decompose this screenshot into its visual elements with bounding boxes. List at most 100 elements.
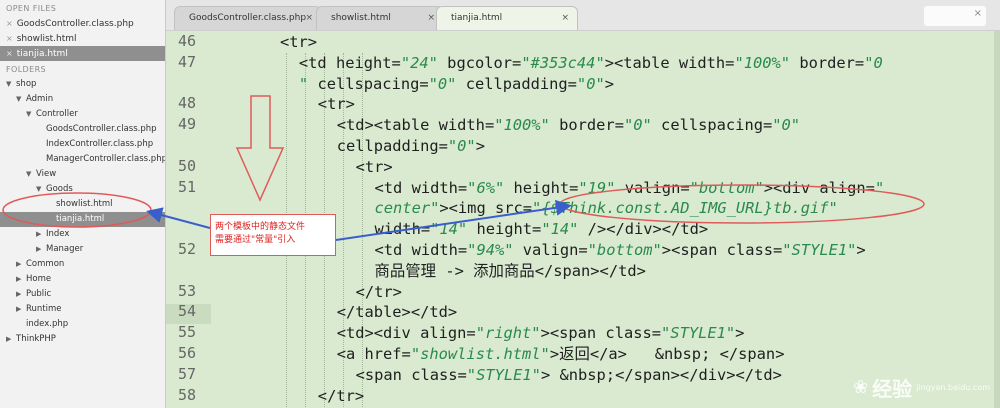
close-icon[interactable]: × bbox=[305, 7, 313, 29]
tree-file[interactable]: ManagerController.class.php bbox=[0, 152, 165, 167]
code-line: <span class="STYLE1"> &nbsp;</span></div… bbox=[356, 365, 782, 385]
chevron-down-icon[interactable]: ▼ bbox=[26, 167, 36, 182]
tree-file[interactable]: tianjia.html bbox=[0, 212, 165, 227]
close-icon[interactable]: × bbox=[561, 7, 569, 29]
tree-folder[interactable]: ▼ Controller bbox=[0, 107, 165, 122]
code-token: ><span class= bbox=[540, 324, 662, 343]
tree-label: Goods bbox=[46, 184, 73, 194]
code-token: cellpadding= bbox=[456, 74, 577, 93]
open-files-header: OPEN FILES bbox=[6, 4, 57, 13]
paw-icon: ❀ bbox=[853, 377, 869, 398]
code-token: </table></td> bbox=[336, 303, 458, 322]
tree-file[interactable]: IndexController.class.php bbox=[0, 137, 165, 152]
code-string: "showlist.html" bbox=[410, 345, 550, 363]
code-token: <td width= bbox=[374, 241, 468, 259]
scrollbar[interactable] bbox=[994, 31, 1000, 408]
code-token: </tr> bbox=[355, 282, 402, 301]
watermark: ❀ 经验 jingyan.baidu.com bbox=[853, 373, 990, 402]
open-file-item[interactable]: × showlist.html bbox=[0, 31, 165, 46]
code-line: </tr> bbox=[318, 386, 364, 406]
code-token: ><table width= bbox=[604, 53, 735, 72]
chevron-right-icon[interactable]: ▶ bbox=[16, 272, 26, 287]
chevron-right-icon[interactable]: ▶ bbox=[16, 257, 26, 272]
code-token: >返回</a> &nbsp; </span> bbox=[549, 345, 785, 363]
close-icon[interactable]: × bbox=[427, 7, 435, 29]
line-number: 47 bbox=[177, 52, 196, 71]
code-token: > &nbsp;</span></div></td> bbox=[540, 365, 782, 384]
code-token: ><span class= bbox=[661, 241, 783, 259]
code-string: "0 bbox=[864, 53, 883, 72]
code-token: <tr> bbox=[355, 157, 393, 176]
code-string: "right" bbox=[475, 324, 541, 343]
tree-folder[interactable]: ▶ Runtime bbox=[0, 302, 165, 317]
tree-folder[interactable]: ▶ Home bbox=[0, 272, 165, 287]
tab-label: tianjia.html bbox=[451, 13, 503, 23]
tree-label: ThinkPHP bbox=[16, 334, 56, 344]
line-number: 52 bbox=[177, 240, 196, 258]
chevron-right-icon[interactable]: ▶ bbox=[16, 302, 26, 317]
close-icon[interactable]: × bbox=[6, 49, 13, 58]
code-token: bgcolor= bbox=[437, 53, 522, 72]
tree-folder[interactable]: ▶ ThinkPHP bbox=[0, 332, 165, 347]
tree-folder[interactable]: ▼ Admin bbox=[0, 92, 165, 107]
chevron-right-icon[interactable]: ▶ bbox=[36, 242, 46, 257]
tree-file[interactable]: GoodsController.class.php bbox=[0, 122, 165, 137]
code-token: border= bbox=[549, 116, 624, 135]
line-number: 55 bbox=[177, 323, 196, 342]
chevron-down-icon[interactable]: ▼ bbox=[6, 77, 16, 92]
code-string: "0" bbox=[428, 74, 457, 93]
tree-folder[interactable]: ▼ View bbox=[0, 167, 165, 182]
tree-folder[interactable]: ▶ Index bbox=[0, 227, 165, 242]
code-token: <a href= bbox=[336, 345, 411, 363]
line-number: 51 bbox=[177, 177, 196, 196]
close-icon[interactable]: × bbox=[6, 34, 13, 43]
close-icon[interactable]: × bbox=[6, 19, 13, 28]
chevron-down-icon[interactable]: ▼ bbox=[26, 107, 36, 122]
code-token: width= bbox=[374, 220, 431, 239]
code-line: <td><div align="right"><span class="STYL… bbox=[337, 323, 745, 343]
code-string: "#353c44" bbox=[521, 53, 605, 72]
open-file-label: GoodsController.class.php bbox=[16, 19, 134, 29]
code-line: <tr> bbox=[280, 32, 317, 52]
code-string: "14" bbox=[430, 220, 468, 239]
code-string: "6%" bbox=[467, 178, 505, 197]
annotation-note: 两个模板中的静态文件 需要通过"常量"引入 bbox=[210, 214, 336, 256]
open-file-item[interactable]: × GoodsController.class.php bbox=[0, 16, 165, 31]
tab-bar: GoodsController.class.php × showlist.htm… bbox=[166, 0, 1000, 31]
tree-label: Controller bbox=[36, 109, 78, 119]
code-string: "STYLE1" bbox=[661, 324, 736, 343]
tree-folder[interactable]: ▶ Common bbox=[0, 257, 165, 272]
open-file-item[interactable]: × tianjia.html bbox=[0, 46, 165, 61]
line-number: 58 bbox=[177, 385, 196, 404]
code-string: "bottom" bbox=[587, 241, 662, 259]
tab-showlist[interactable]: showlist.html × bbox=[316, 6, 444, 30]
code-line: <td width="6%" height="19" valign="botto… bbox=[375, 178, 885, 198]
chevron-down-icon[interactable]: ▼ bbox=[36, 182, 46, 197]
tree-file[interactable]: showlist.html bbox=[0, 197, 165, 212]
code-token: > bbox=[604, 74, 615, 93]
line-number: 57 bbox=[177, 364, 196, 383]
code-token: ><img src= bbox=[439, 199, 533, 218]
tree-file[interactable]: index.php bbox=[0, 317, 165, 332]
chevron-right-icon[interactable]: ▶ bbox=[36, 227, 46, 242]
code-token: cellpadding= bbox=[336, 137, 448, 155]
code-line: <tr> bbox=[356, 157, 393, 177]
tree-folder[interactable]: ▼ shop bbox=[0, 77, 165, 92]
open-file-label: tianjia.html bbox=[16, 49, 68, 59]
code-line: <td><table width="100%" border="0" cells… bbox=[337, 115, 800, 135]
tree-folder[interactable]: ▶ Manager bbox=[0, 242, 165, 257]
tree-folder[interactable]: ▶ Public bbox=[0, 287, 165, 302]
chevron-right-icon[interactable]: ▶ bbox=[16, 287, 26, 302]
code-token: <span class= bbox=[355, 365, 467, 384]
tree-folder[interactable]: ▼ Goods bbox=[0, 182, 165, 197]
close-icon[interactable]: × bbox=[974, 8, 982, 19]
tree-label: GoodsController.class.php bbox=[46, 124, 157, 134]
code-string: "100%" bbox=[734, 53, 791, 72]
chevron-down-icon[interactable]: ▼ bbox=[16, 92, 26, 107]
tree-label: Index bbox=[46, 229, 70, 239]
code-string: " bbox=[874, 178, 885, 197]
tab-tianjia[interactable]: tianjia.html × bbox=[436, 6, 578, 30]
chevron-right-icon[interactable]: ▶ bbox=[6, 332, 16, 347]
tab-overflow[interactable]: × bbox=[924, 6, 986, 26]
tab-goodscontroller[interactable]: GoodsController.class.php × bbox=[174, 6, 322, 30]
